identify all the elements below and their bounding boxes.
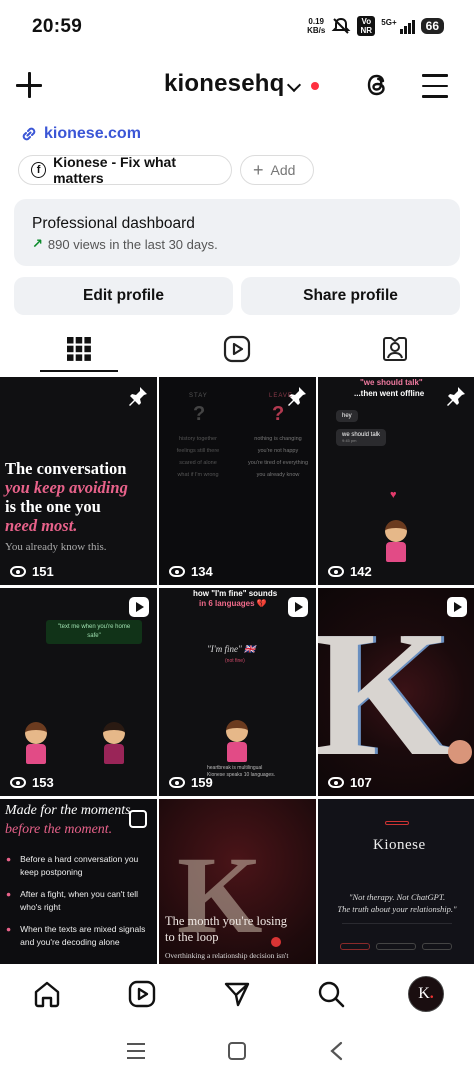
reel-tile[interactable]: K 107 — [318, 588, 474, 796]
reel-tile[interactable]: "text me when you're home safe" 153 — [0, 588, 157, 796]
eye-icon — [328, 777, 344, 788]
post-tile[interactable]: The conversation you keep avoiding is th… — [0, 377, 157, 585]
bio-cut-text: ˙ ˙ ˙ ˙ ˙ — [160, 108, 335, 118]
back-icon[interactable] — [328, 1041, 344, 1061]
link-icon — [22, 127, 36, 141]
active-tab-indicator — [40, 370, 118, 372]
post-tile[interactable]: STAY LEAVE ? ? history together feelings … — [159, 377, 316, 585]
posts-grid: The conversation you keep avoiding is th… — [0, 377, 474, 964]
character-illustration — [225, 720, 249, 762]
tagged-person-icon — [383, 337, 407, 361]
post-tile[interactable]: "we should talk" ...then went offline he… — [318, 377, 474, 585]
view-count: 159 — [169, 775, 213, 790]
share-profile-button[interactable]: Share profile — [241, 277, 460, 315]
list-item: ● When the texts are mixed signals and yo… — [6, 924, 146, 947]
signal-icon: 5G+ — [381, 18, 415, 34]
website-link[interactable]: kionese.com — [20, 125, 141, 143]
tab-reels[interactable] — [158, 325, 316, 373]
menu-icon[interactable] — [422, 74, 448, 98]
tab-posts-grid[interactable] — [0, 325, 158, 373]
character-illustration — [102, 722, 126, 764]
status-bar: 20:59 0.19 KB/s Vo NR 5G+ 66 — [0, 0, 474, 58]
send-icon — [224, 982, 250, 1007]
profile-header: kionesehq — [0, 62, 474, 108]
post-tile[interactable]: Kionese "Not therapy. Not ChatGPT. The t… — [318, 799, 474, 964]
home-button-icon[interactable] — [227, 1041, 247, 1061]
reels-icon — [128, 980, 156, 1008]
nav-search[interactable] — [315, 978, 347, 1010]
notification-dot — [311, 82, 319, 90]
orange-dot — [448, 740, 472, 764]
add-chip[interactable]: + Add — [240, 155, 314, 185]
battery-icon: 66 — [420, 18, 444, 34]
eye-icon — [10, 566, 26, 577]
character-illustration — [24, 722, 48, 764]
heart-icon: ♥ — [390, 489, 397, 501]
list-item: ● After a fight, when you can't tell who'… — [6, 889, 138, 912]
view-count: 151 — [10, 564, 54, 579]
home-icon — [34, 981, 60, 1008]
plus-icon: + — [253, 160, 264, 180]
reel-icon — [288, 597, 308, 617]
create-plus-icon[interactable] — [14, 70, 44, 100]
grid-icon — [67, 337, 91, 361]
reel-tile[interactable]: how "I'm fine" sounds in 6 languages 💔 "… — [159, 588, 316, 796]
bottom-nav: K. — [0, 964, 474, 1026]
carousel-icon — [129, 810, 147, 828]
reel-icon — [129, 597, 149, 617]
nav-home[interactable] — [31, 978, 63, 1010]
nav-profile-avatar[interactable]: K. — [408, 976, 444, 1012]
post-tile[interactable]: Made for the moments before the moment. … — [0, 799, 157, 964]
pin-icon — [129, 387, 147, 406]
tab-tagged[interactable] — [316, 325, 474, 373]
volte-icon: Vo NR — [357, 16, 376, 36]
facebook-icon: f — [31, 162, 47, 178]
trend-up-icon: ↗ — [32, 236, 43, 251]
threads-icon[interactable] — [364, 72, 390, 98]
search-icon — [318, 981, 345, 1008]
system-nav-bar — [0, 1026, 474, 1080]
nav-direct[interactable] — [221, 978, 253, 1010]
network-speed: 0.19 KB/s — [307, 17, 326, 35]
eye-icon — [10, 777, 26, 788]
professional-dashboard[interactable]: Professional dashboard ↗ 890 views in th… — [14, 199, 460, 266]
view-count: 153 — [10, 775, 54, 790]
view-count: 142 — [328, 564, 372, 579]
post-tile[interactable]: K The month you're losing to the loop Ov… — [159, 799, 316, 964]
status-time: 20:59 — [32, 16, 83, 37]
username[interactable]: kionesehq — [164, 70, 285, 98]
nav-reels[interactable] — [126, 978, 158, 1010]
view-count: 134 — [169, 564, 213, 579]
recents-icon[interactable] — [126, 1042, 146, 1060]
facebook-page-chip[interactable]: f Kionese - Fix what matters — [18, 154, 232, 186]
eye-icon — [328, 566, 344, 577]
list-item: ● Before a hard conversation you keep pos… — [6, 854, 139, 877]
eye-icon — [169, 566, 185, 577]
edit-profile-button[interactable]: Edit profile — [14, 277, 233, 315]
eye-icon — [169, 777, 185, 788]
profile-tabs — [0, 325, 474, 373]
character-illustration — [384, 520, 408, 562]
chevron-down-icon[interactable] — [286, 77, 302, 93]
reels-icon — [223, 335, 251, 363]
view-count: 107 — [328, 775, 372, 790]
pin-icon — [447, 387, 465, 406]
mute-icon — [331, 17, 351, 34]
